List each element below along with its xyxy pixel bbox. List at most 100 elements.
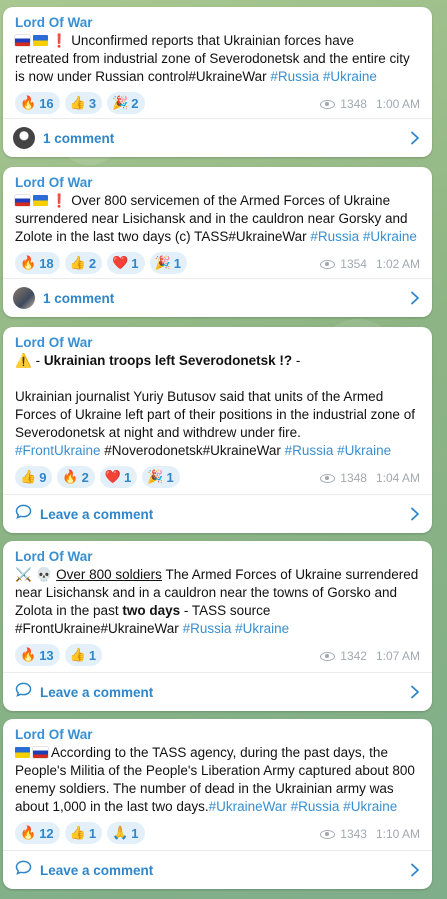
reaction-chip[interactable]: 🎉 1 <box>149 252 187 274</box>
text-line: Severodonetsk at night and withdrew unde… <box>15 424 420 442</box>
comments-button[interactable]: 1 comment <box>3 278 432 317</box>
text-segment: Severodonetsk at night and withdrew unde… <box>15 425 301 440</box>
text-line: enemy soldiers. The number of dead in th… <box>15 780 420 798</box>
text-line: Zolote in the last two days (c) TASS#Ukr… <box>15 228 420 246</box>
reaction-count: 3 <box>88 95 97 111</box>
comments-button[interactable]: Leave a comment <box>3 494 432 533</box>
view-count: 1354 <box>340 257 367 271</box>
reaction-chip[interactable]: 🔥 12 <box>15 822 60 844</box>
reaction-emoji-icon: 🎉 <box>154 255 171 270</box>
post-text: ⚠️ - Ukrainian troops left Severodonetsk… <box>15 352 420 460</box>
post-author[interactable]: Lord Of War <box>15 548 420 566</box>
text-segment: #Noverodonetsk#UkraineWar <box>100 443 285 458</box>
text-segment: Ukrainian troops left Severodonetsk !? <box>43 353 293 368</box>
reaction-chip[interactable]: 👍 9 <box>15 466 53 488</box>
text-segment: enemy soldiers. The number of dead in th… <box>15 781 394 796</box>
views-eye-icon <box>320 473 336 483</box>
text-line: #FrontUkraine#UkraineWar #Russia #Ukrain… <box>15 620 420 638</box>
post-author[interactable]: Lord Of War <box>15 174 420 192</box>
post-text: ⚔️ 💀 Over 800 soldiers The Armed Forces … <box>15 566 420 638</box>
post-body: Lord Of War ⚔️ 💀 Over 800 soldiers The Ar… <box>3 541 432 638</box>
reaction-chip[interactable]: 👍 1 <box>64 644 103 666</box>
reaction-chip[interactable]: 🔥 16 <box>15 92 60 114</box>
post-meta: 1354 1:02 AM <box>320 257 420 271</box>
russia-flag-icon <box>15 35 30 46</box>
comments-label: 1 comment <box>43 290 115 306</box>
reaction-count: 1 <box>88 647 97 663</box>
hashtag-link[interactable]: #Russia #Ukraine <box>270 69 377 84</box>
text-line: surrendered near Lisichansk and in the c… <box>15 210 420 228</box>
text-segment: Over 800 soldiers <box>56 567 162 582</box>
post-meta: 1348 1:04 AM <box>320 471 420 485</box>
exclamation-icon: ❗ <box>51 193 68 208</box>
reaction-chip[interactable]: 🔥 2 <box>57 466 95 488</box>
reaction-list: 👍 9 🔥 2 ❤️ 1 🎉 1 <box>15 466 180 488</box>
reaction-emoji-icon: 👍 <box>20 469 37 484</box>
text-segment: Zolota in the past <box>15 603 123 618</box>
reaction-list: 🔥 12 👍 1 🙏 1 <box>15 822 145 844</box>
text-line: People's Militia of the People's Liberat… <box>15 762 420 780</box>
reaction-list: 🔥 18 👍 2 ❤️ 1 🎉 1 <box>15 252 187 274</box>
reaction-chip[interactable]: 🙏 1 <box>107 822 145 844</box>
reaction-chip[interactable]: 👍 3 <box>64 92 103 114</box>
comments-button[interactable]: Leave a comment <box>3 850 432 889</box>
reaction-chip[interactable]: 🔥 13 <box>15 644 60 666</box>
comments-button[interactable]: 1 comment <box>3 118 432 157</box>
post-author[interactable]: Lord Of War <box>15 14 420 32</box>
reaction-emoji-icon: 👍 <box>69 95 86 110</box>
reaction-chip[interactable]: 👍 1 <box>64 822 103 844</box>
text-segment: ⚠️ <box>15 353 36 368</box>
reaction-count: 1 <box>131 255 139 271</box>
reaction-chip[interactable]: 🎉 1 <box>142 466 180 488</box>
text-line: Forces of Ukraine left part of their pos… <box>15 406 420 424</box>
post-meta: 1348 1:00 AM <box>320 97 420 111</box>
reaction-chip[interactable]: 🎉 2 <box>107 92 145 114</box>
hashtag-link[interactable]: #FrontUkraine <box>15 443 101 458</box>
text-line: ❗ Over 800 servicemen of the Armed Forces… <box>15 192 420 210</box>
text-line: about 1,000 in the last two days.#Ukrain… <box>15 798 420 816</box>
post-body: Lord Of War ❗ Unconfirmed reports that Ukr… <box>3 7 432 86</box>
reaction-chip[interactable]: 🔥 18 <box>15 252 60 274</box>
reaction-count: 1 <box>166 469 174 485</box>
text-segment: The Armed Forces of Ukraine surrendered <box>161 567 419 582</box>
post-text: According to the TASS agency, during the… <box>15 744 420 816</box>
post-author[interactable]: Lord Of War <box>15 334 420 352</box>
reaction-chip[interactable]: ❤️ 1 <box>99 466 138 488</box>
text-segment: retreated from industrial zone of Severo… <box>15 51 410 66</box>
hashtag-link[interactable]: #Russia #Ukraine <box>310 229 417 244</box>
reaction-count: 12 <box>39 825 54 841</box>
text-line: Ukrainian journalist Yuriy Butusov said … <box>15 388 420 406</box>
post-footer: 🔥 18 👍 2 ❤️ 1 🎉 1 1354 1:02 AM <box>3 248 432 278</box>
hashtag-link[interactable]: #UkraineWar #Russia #Ukraine <box>209 799 398 814</box>
post-time: 1:10 AM <box>375 827 420 841</box>
channel-post: Lord Of War ⚔️ 💀 Over 800 soldiers The Ar… <box>3 541 432 711</box>
reaction-chip[interactable]: ❤️ 1 <box>107 252 145 274</box>
post-footer: 🔥 13 👍 1 1342 1:07 AM <box>3 640 432 670</box>
reaction-emoji-icon: 🙏 <box>112 825 129 840</box>
comments-button[interactable]: Leave a comment <box>3 672 432 711</box>
views-eye-icon <box>320 651 336 661</box>
comment-bubble-icon <box>3 682 32 702</box>
text-line: near Lisichansk and in a cauldron near t… <box>15 584 420 602</box>
post-footer: 🔥 16 👍 3 🎉 2 1348 1:00 AM <box>3 88 432 118</box>
reaction-count: 1 <box>124 469 132 485</box>
reaction-count: 2 <box>81 469 89 485</box>
text-segment: Ukrainian journalist Yuriy Butusov said … <box>15 389 384 404</box>
views-eye-icon <box>320 99 336 109</box>
text-line: According to the TASS agency, during the… <box>15 744 420 762</box>
post-time: 1:07 AM <box>375 649 420 663</box>
views-eye-icon <box>320 259 336 269</box>
post-author[interactable]: Lord Of War <box>15 726 420 744</box>
text-line: ⚠️ - Ukrainian troops left Severodonetsk… <box>15 352 420 370</box>
text-line: ⚔️ 💀 Over 800 soldiers The Armed Forces … <box>15 566 420 584</box>
hashtag-link[interactable]: #Russia #Ukraine <box>183 621 290 636</box>
hashtag-link[interactable]: #Russia #Ukraine <box>285 443 392 458</box>
reaction-chip[interactable]: 👍 2 <box>64 252 103 274</box>
reaction-emoji-icon: ❤️ <box>112 255 129 270</box>
comments-label: Leave a comment <box>40 506 154 522</box>
reaction-emoji-icon: 🔥 <box>20 95 37 110</box>
exclamation-icon: ❗ <box>51 33 68 48</box>
text-segment: #FrontUkraine#UkraineWar <box>15 621 183 636</box>
view-count: 1348 <box>340 471 367 485</box>
